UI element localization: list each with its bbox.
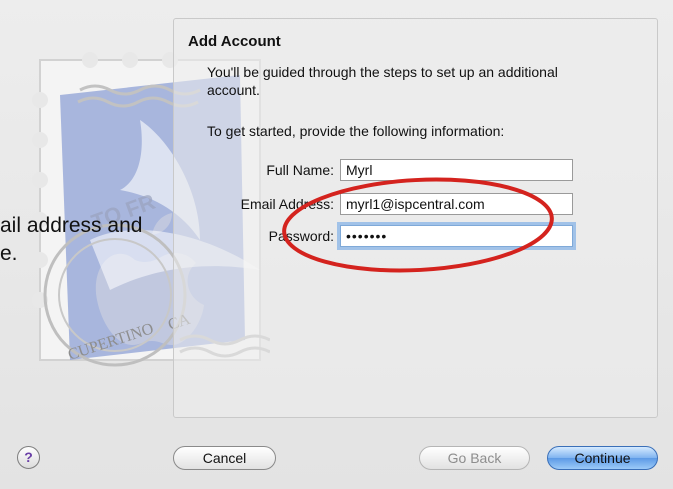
add-account-window: TO FR CUPERTINO CA Add Account You'll be… — [0, 0, 673, 489]
go-back-button[interactable]: Go Back — [419, 446, 530, 470]
full-name-field[interactable] — [340, 159, 573, 181]
help-icon: ? — [24, 449, 33, 465]
help-button[interactable]: ? — [17, 446, 40, 469]
dialog-title: Add Account — [188, 33, 281, 50]
continue-button[interactable]: Continue — [547, 446, 658, 470]
cancel-button[interactable]: Cancel — [173, 446, 276, 470]
intro-text: You'll be guided through the steps to se… — [207, 64, 558, 98]
full-name-label: Full Name: — [266, 162, 334, 178]
callout-line-1: ail address and — [0, 214, 143, 237]
email-address-field[interactable] — [340, 193, 573, 215]
email-address-label: Email Address: — [240, 196, 334, 212]
prompt-text: To get started, provide the following in… — [207, 123, 505, 139]
callout-line-2: e. — [0, 242, 18, 265]
password-field[interactable] — [340, 225, 573, 247]
password-label: Password: — [268, 228, 334, 244]
